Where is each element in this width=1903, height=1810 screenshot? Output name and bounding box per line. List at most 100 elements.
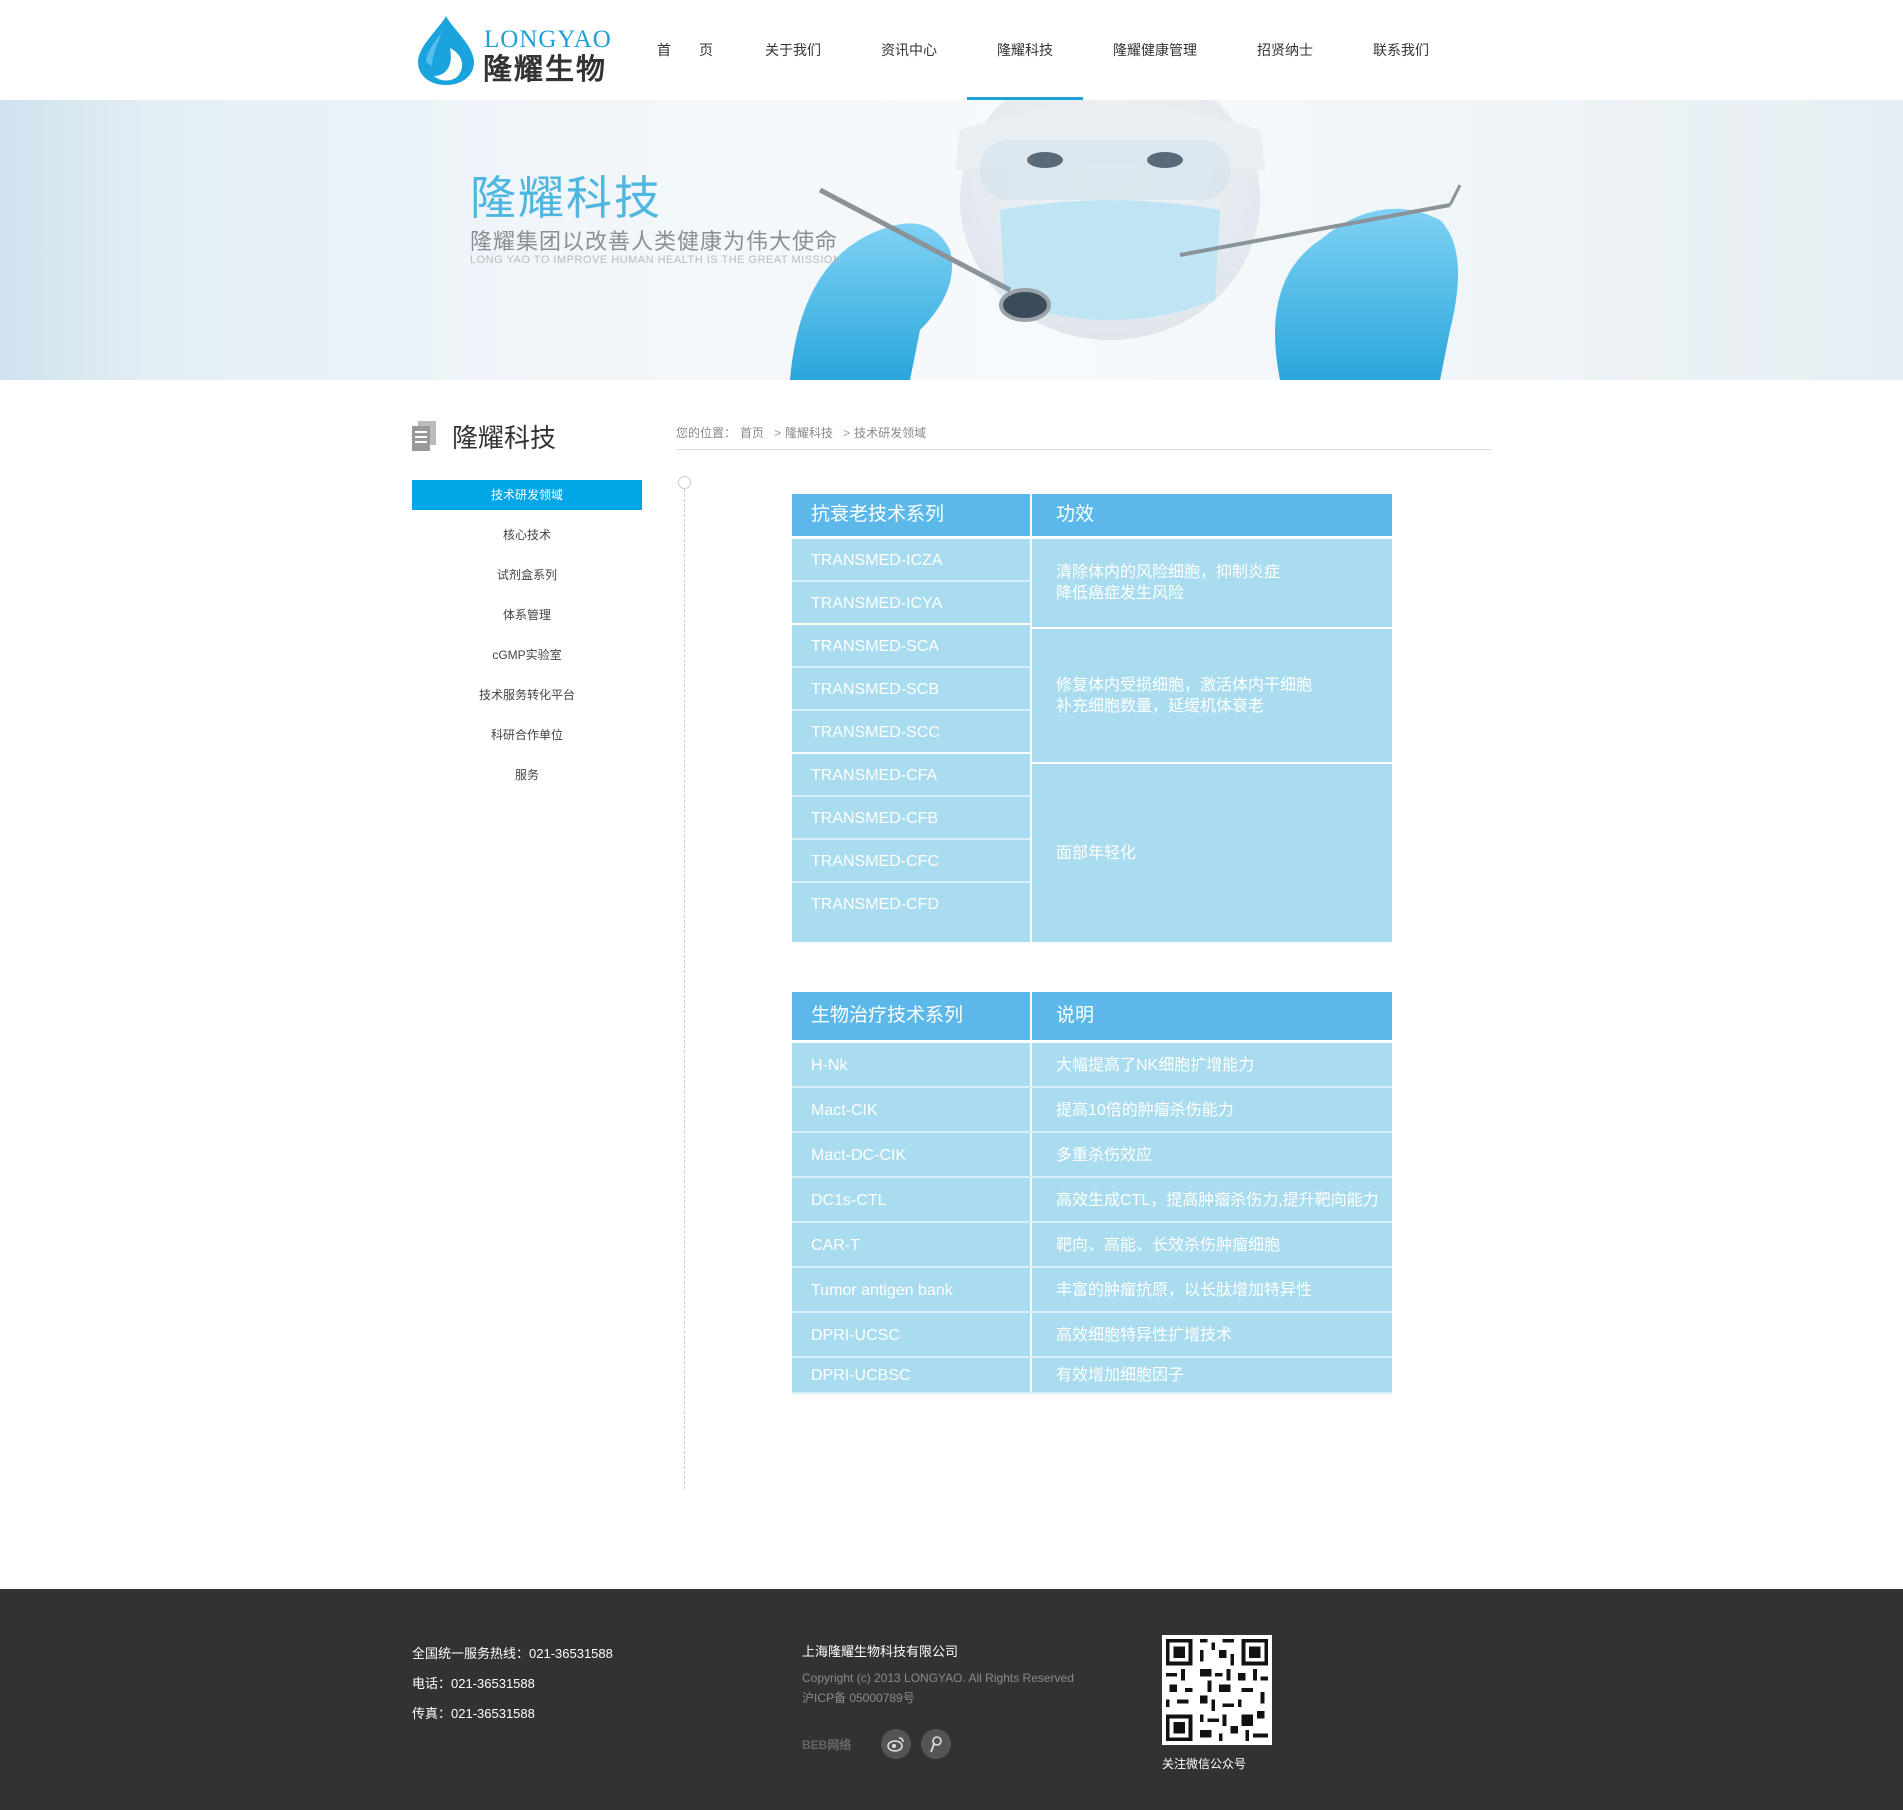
- effect-line: 清除体内的风险细胞，抑制炎症: [1056, 564, 1281, 581]
- document-icon: [412, 421, 436, 451]
- footer-company: 上海隆耀生物科技有限公司 Copyright (c) 2013 LONGYAO.…: [802, 1641, 1074, 1708]
- weibo-icon[interactable]: [881, 1729, 912, 1759]
- table-header: 抗衰老技术系列 功效: [792, 494, 1392, 536]
- sidebar-item-cgmp-lab[interactable]: cGMP实验室: [412, 640, 642, 670]
- table-cell-name: DPRI-UCSC: [792, 1313, 1032, 1356]
- sidebar-item-rd-fields[interactable]: 技术研发领域: [412, 480, 642, 510]
- table-cell-description: 高效细胞特异性扩增技术: [1056, 1327, 1233, 1344]
- main-nav: 首 页 关于我们 资讯中心 隆耀科技 隆耀健康管理 招贤纳士 联系我们: [635, 0, 1459, 100]
- table-cell-product: TRANSMED-CFC: [792, 840, 1030, 883]
- table-row: DPRI-UCBSC 有效增加细胞因子: [792, 1358, 1392, 1394]
- table-cell-effect: 面部年轻化: [1032, 764, 1392, 942]
- table-cell-name: Tumor antigen bank: [792, 1268, 1032, 1311]
- sidebar-item-core-tech[interactable]: 核心技术: [412, 520, 642, 550]
- site-header: LONGYAO 隆耀生物 首 页 关于我们 资讯中心 隆耀科技 隆耀健康管理 招…: [0, 0, 1903, 100]
- nav-item-home[interactable]: 首 页: [635, 0, 735, 100]
- table-cell-description: 靶向、高能、长效杀伤肿瘤细胞: [1056, 1237, 1281, 1254]
- table-cell-product: TRANSMED-ICYA: [792, 582, 1030, 625]
- table-cell-product: TRANSMED-ICZA: [792, 539, 1030, 582]
- sidebar-item-partners[interactable]: 科研合作单位: [412, 720, 642, 750]
- nav-item-contact[interactable]: 联系我们: [1343, 0, 1459, 100]
- sidebar-title: 隆耀科技: [412, 418, 556, 454]
- table-row: Mact-CIK 提高10倍的肿瘤杀伤能力: [792, 1088, 1392, 1133]
- effect-line: 面部年轻化: [1056, 844, 1137, 862]
- table-cell-description: 多重杀伤效应: [1056, 1147, 1153, 1164]
- wechat-qr-code: [1162, 1635, 1272, 1745]
- breadcrumb-separator: >: [774, 426, 782, 440]
- table-cell-name: Mact-DC-CIK: [792, 1133, 1032, 1176]
- table-cell-product: TRANSMED-CFD: [811, 896, 939, 913]
- breadcrumb-prefix: 您的位置：: [676, 426, 737, 440]
- nav-item-about[interactable]: 关于我们: [735, 0, 851, 100]
- breadcrumb-current[interactable]: 技术研发领域: [854, 426, 926, 440]
- table-cell-effect: 修复体内受损细胞，激活体内干细胞 补充细胞数量，延缓机体衰老: [1032, 629, 1392, 764]
- effect-line: 修复体内受损细胞，激活体内干细胞: [1056, 676, 1313, 694]
- breadcrumb-home[interactable]: 首页: [740, 426, 764, 440]
- table-row: Mact-DC-CIK 多重杀伤效应: [792, 1133, 1392, 1178]
- breadcrumb: 您的位置： 首页 > 隆耀科技 > 技术研发领域: [676, 424, 1492, 450]
- table-row: CAR-T 靶向、高能、长效杀伤肿瘤细胞: [792, 1223, 1392, 1268]
- logo-text-cn: 隆耀生物: [483, 52, 608, 86]
- table-cell-product: TRANSMED-SCC: [792, 711, 1030, 754]
- footer-icp[interactable]: 沪ICP备 05000789号: [802, 1688, 1074, 1708]
- table-cell-description: 高效生成CTL，提高肿瘤杀伤力,提升靶向能力: [1056, 1192, 1379, 1209]
- table-cell-product: TRANSMED-SCB: [792, 668, 1030, 711]
- banner-title: 隆耀科技: [470, 172, 662, 224]
- footer-contact: 全国统一服务热线：021-36531588 电话：021-36531588 传真…: [412, 1639, 613, 1729]
- table-cell-description: 大幅提高了NK细胞扩增能力: [1056, 1057, 1255, 1074]
- sidebar-item-services[interactable]: 服务: [412, 760, 642, 790]
- logo[interactable]: LONGYAO 隆耀生物: [410, 14, 611, 86]
- table-cell-name: H-Nk: [792, 1043, 1032, 1086]
- timeline-line: [684, 484, 685, 1489]
- banner-subtitle: 隆耀集团以改善人类健康为伟大使命: [470, 229, 839, 254]
- biotherapy-table: 生物治疗技术系列 说明 H-Nk 大幅提高了NK细胞扩增能力 Mact-CIK 提高…: [792, 992, 1392, 1394]
- footer-hotline: 全国统一服务热线：021-36531588: [412, 1646, 613, 1661]
- table-cell-product: TRANSMED-CFB: [792, 797, 1030, 840]
- hero-banner: 隆耀科技 隆耀集团以改善人类健康为伟大使命 LONG YAO TO IMPROV…: [0, 100, 1903, 380]
- table-header-series: 生物治疗技术系列: [792, 992, 1032, 1040]
- table-cell-name: Mact-CIK: [792, 1088, 1032, 1131]
- table-body: TRANSMED-ICZA TRANSMED-ICYA TRANSMED-SCA…: [792, 539, 1392, 942]
- table-cell-name: DPRI-UCBSC: [792, 1358, 1032, 1392]
- footer-fax: 传真：021-36531588: [412, 1706, 535, 1721]
- nav-item-news[interactable]: 资讯中心: [851, 0, 967, 100]
- sidebar-menu: 技术研发领域 核心技术 试剂盒系列 体系管理 cGMP实验室 技术服务转化平台 …: [412, 480, 642, 800]
- table-cell-name: DC1s-CTL: [792, 1178, 1032, 1221]
- water-drop-logo-icon: [418, 16, 474, 85]
- table-cell-name: CAR-T: [792, 1223, 1032, 1266]
- nav-item-technology[interactable]: 隆耀科技: [967, 0, 1083, 100]
- table-header-effect: 功效: [1056, 504, 1095, 525]
- timeline-dot: [678, 476, 691, 489]
- anti-aging-table: 抗衰老技术系列 功效 TRANSMED-ICZA TRANSMED-ICYA T…: [792, 494, 1392, 942]
- table-cell-description: 提高10倍的肿瘤杀伤能力: [1056, 1102, 1234, 1119]
- footer-company-name: 上海隆耀生物科技有限公司: [802, 1644, 959, 1659]
- breadcrumb-separator: >: [843, 426, 851, 440]
- table-cell-product: TRANSMED-CFA: [792, 754, 1030, 797]
- table-row: Tumor antigen bank 丰富的肿瘤抗原，以长肽增加特异性: [792, 1268, 1392, 1313]
- table-row: DPRI-UCSC 高效细胞特异性扩增技术: [792, 1313, 1392, 1358]
- sidebar-item-system-management[interactable]: 体系管理: [412, 600, 642, 630]
- footer-social: BEB网络: [802, 1729, 961, 1759]
- doctor-banner-image: [790, 100, 1462, 380]
- footer-phone: 电话：021-36531588: [412, 1676, 535, 1691]
- site-footer: 全国统一服务热线：021-36531588 电话：021-36531588 传真…: [0, 1589, 1903, 1810]
- breadcrumb-technology[interactable]: 隆耀科技: [785, 426, 833, 440]
- beb-logo[interactable]: BEB网络: [802, 1736, 851, 1753]
- table-cell-description: 丰富的肿瘤抗原，以长肽增加特异性: [1056, 1282, 1313, 1299]
- table-row: H-Nk 大幅提高了NK细胞扩增能力: [792, 1043, 1392, 1088]
- sidebar-item-service-platform[interactable]: 技术服务转化平台: [412, 680, 642, 710]
- nav-item-health-management[interactable]: 隆耀健康管理: [1083, 0, 1227, 100]
- footer-copyright: Copyright (c) 2013 LONGYAO. All Rights R…: [802, 1671, 1074, 1685]
- table-cell-product: TRANSMED-SCA: [792, 625, 1030, 668]
- table-header-description: 说明: [1056, 1005, 1095, 1026]
- banner-subtitle-en: LONG YAO TO IMPROVE HUMAN HEALTH IS THE …: [470, 254, 842, 266]
- tencent-weibo-icon[interactable]: [921, 1729, 952, 1759]
- effect-line: 补充细胞数量，延缓机体衰老: [1056, 697, 1265, 715]
- qr-label: 关注微信公众号: [1162, 1757, 1247, 1771]
- table-row: DC1s-CTL 高效生成CTL，提高肿瘤杀伤力,提升靶向能力: [792, 1178, 1392, 1223]
- nav-item-careers[interactable]: 招贤纳士: [1227, 0, 1343, 100]
- table-cell-description: 有效增加细胞因子: [1056, 1367, 1185, 1384]
- table-cell-effect: 清除体内的风险细胞，抑制炎症 降低癌症发生风险: [1032, 539, 1392, 629]
- sidebar-item-kits[interactable]: 试剂盒系列: [412, 560, 642, 590]
- effect-line: 降低癌症发生风险: [1056, 585, 1185, 602]
